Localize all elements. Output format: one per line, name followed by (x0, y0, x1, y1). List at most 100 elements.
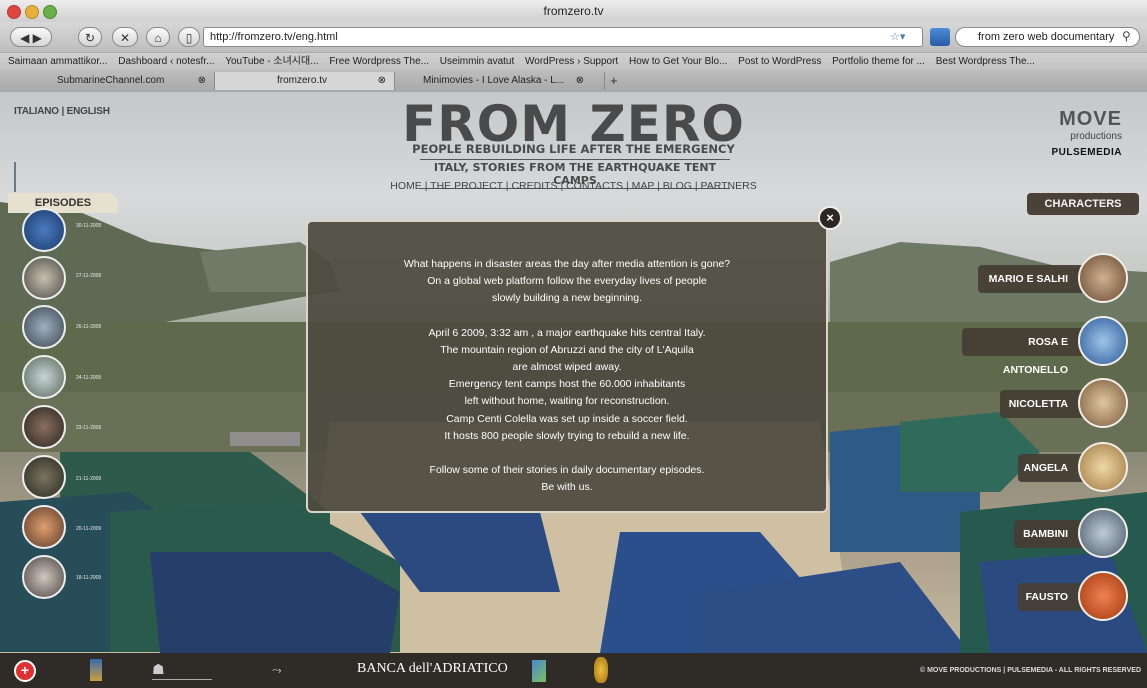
bookmark-icon: ▯ (185, 31, 193, 45)
episode-date: 27-11-2009 (76, 273, 102, 279)
web-page: ITALIANO | ENGLISH FROM ZERO PEOPLE REBU… (0, 92, 1147, 688)
forward-icon: ▶ (32, 31, 42, 45)
episode-thumbnail[interactable] (22, 256, 66, 300)
site-logo-subtitle: PEOPLE REBUILDING LIFE AFTER THE EMERGEN… (412, 142, 735, 156)
film-commission-logo[interactable]: ☗ (152, 661, 212, 680)
character-avatar[interactable] (1078, 316, 1128, 366)
modal-line: April 6 2009, 3:32 am , a major earthqua… (428, 326, 706, 339)
tab-label: SubmarineChannel.com (57, 75, 165, 86)
red-cross-logo[interactable]: + (14, 660, 36, 682)
tab-close-icon[interactable]: ⊗ (198, 72, 206, 90)
modal-line: On a global web platform follow the ever… (427, 275, 707, 288)
search-engine-icon[interactable] (930, 28, 950, 46)
tab-fromzero[interactable]: fromzero.tv ⊗ (215, 72, 395, 90)
bookmark-item[interactable]: WordPress › Support (525, 53, 618, 70)
browser-toolbar: ◀ ▶ ↻ ✕ ⌂ ▯ http://fromzero.tv/eng.html … (0, 22, 1147, 52)
banca-adriatico-logo[interactable]: BANCA dell'ADRIATICO (357, 661, 508, 677)
character-avatar[interactable] (1078, 571, 1128, 621)
move-productions-logo[interactable]: MOVE productions (1030, 108, 1122, 142)
character-avatar[interactable] (1078, 378, 1128, 428)
bookmark-item[interactable]: Useimmin avatut (440, 53, 514, 70)
bookmark-item[interactable]: Free Wordpress The... (329, 53, 429, 70)
search-input[interactable]: from zero web documentary (955, 27, 1140, 47)
modal-line: Emergency tent camps host the 60.000 inh… (448, 378, 686, 391)
footer-bar: + ☗ ⤳ BANCA dell'ADRIATICO © MOVE PRODUC… (0, 653, 1147, 688)
episode-date: 21-11-2009 (76, 476, 102, 482)
modal-spacer (308, 308, 826, 325)
modal-spacer (308, 445, 826, 462)
tab-bar: SubmarineChannel.com ⊗ fromzero.tv ⊗ Minim… (0, 70, 1147, 93)
move-logo-text: MOVE (1059, 108, 1122, 130)
home-icon: ⌂ (154, 31, 162, 45)
modal-line: The mountain region of Abruzzi and the c… (440, 343, 694, 356)
episode-date: 30-11-2009 (76, 223, 102, 229)
home-button[interactable]: ⌂ (146, 27, 170, 47)
stop-icon: ✕ (119, 31, 131, 45)
modal-line: slowly building a new beginning. (491, 292, 642, 305)
episode-thumbnail[interactable] (22, 455, 66, 499)
character-avatar[interactable] (1078, 253, 1128, 303)
bookmarks-bar: Saimaan ammattikor... Dashboard ‹ notesf… (0, 52, 1147, 70)
window-title: fromzero.tv (543, 4, 604, 18)
tab-close-icon[interactable]: ⊗ (576, 72, 584, 90)
episode-date: 20-11-2009 (76, 526, 102, 532)
tab-label: fromzero.tv (277, 75, 328, 86)
antenna-decoration (14, 162, 16, 192)
pulsemedia-logo[interactable]: PULSEMEDIA (1020, 147, 1122, 158)
episode-date: 18-11-2009 (76, 575, 102, 581)
rss-star-icon[interactable]: ☆▾ (890, 30, 905, 43)
modal-close-button[interactable]: × (818, 206, 842, 230)
modal-line: Follow some of their stories in daily do… (429, 464, 705, 477)
tab-close-icon[interactable]: ⊗ (378, 72, 386, 90)
add-bookmark-button[interactable]: ▯ (178, 27, 200, 47)
reload-button[interactable]: ↻ (78, 27, 102, 47)
bookmark-item[interactable]: How to Get Your Blo... (629, 53, 727, 70)
al-jazeera-logo[interactable] (594, 657, 608, 683)
episode-thumbnail[interactable] (22, 405, 66, 449)
tab-submarinechannel[interactable]: SubmarineChannel.com ⊗ (0, 72, 215, 90)
back-forward-button[interactable]: ◀ ▶ (10, 27, 52, 47)
close-icon: × (826, 210, 834, 225)
bookmark-item[interactable]: Portfolio theme for ... (832, 53, 925, 70)
episode-thumbnail[interactable] (22, 208, 66, 252)
copyright-text: © MOVE PRODUCTIONS | PULSEMEDIA - ALL RI… (919, 667, 1141, 674)
bookmark-item[interactable]: Saimaan ammattikor... (8, 53, 107, 70)
stop-button[interactable]: ✕ (112, 27, 138, 47)
bookmark-item[interactable]: YouTube - 소녀시대... (225, 53, 318, 70)
main-nav[interactable]: HOME | THE PROJECT | CREDITS | CONTACTS … (0, 180, 1147, 192)
tab-minimovies[interactable]: Minimovies - I Love Alaska - L... ⊗ (395, 72, 605, 90)
tab-label: Minimovies - I Love Alaska - L... (423, 75, 565, 86)
bookmark-item[interactable]: Post to WordPress (738, 53, 821, 70)
episode-thumbnail[interactable] (22, 555, 66, 599)
modal-line: left without home, waiting for reconstru… (464, 395, 670, 408)
bookmark-item[interactable]: Best Wordpress The... (936, 53, 1035, 70)
reload-icon: ↻ (84, 31, 96, 45)
episode-date: 26-11-2009 (76, 324, 102, 330)
modal-line: Be with us. (541, 481, 593, 494)
partner-logo-3[interactable] (532, 660, 546, 682)
episode-thumbnail[interactable] (22, 505, 66, 549)
characters-tab[interactable]: CHARACTERS (1027, 193, 1139, 215)
episodes-tab[interactable]: EPISODES (8, 193, 118, 213)
episode-thumbnail[interactable] (22, 305, 66, 349)
url-field[interactable]: http://fromzero.tv/eng.html (203, 27, 923, 47)
episode-thumbnail[interactable] (22, 355, 66, 399)
search-icon[interactable]: ⚲ (1122, 29, 1131, 43)
modal-line: What happens in disaster areas the day a… (403, 258, 731, 270)
intro-modal: What happens in disaster areas the day a… (306, 220, 828, 513)
window-titlebar: fromzero.tv (0, 0, 1147, 23)
character-avatar[interactable] (1078, 508, 1128, 558)
move-logo-sub: productions (1070, 131, 1122, 142)
bookmark-item[interactable]: Dashboard ‹ notesfr... (118, 53, 214, 70)
episode-date: 24-11-2009 (76, 375, 102, 381)
partner-logo-icon: ☗ (152, 661, 165, 677)
character-avatar[interactable] (1078, 442, 1128, 492)
partner-logo-2[interactable]: ⤳ (272, 663, 312, 677)
back-icon: ◀ (20, 31, 30, 45)
episode-date: 23-11-2009 (76, 425, 102, 431)
modal-line: It hosts 800 people slowly trying to reb… (444, 429, 690, 442)
new-tab-button[interactable]: + (610, 73, 618, 88)
partner-crest-logo[interactable] (90, 659, 102, 681)
modal-line: Camp Centi Colella was set up inside a s… (446, 412, 688, 425)
modal-text: What happens in disaster areas the day a… (308, 256, 826, 496)
